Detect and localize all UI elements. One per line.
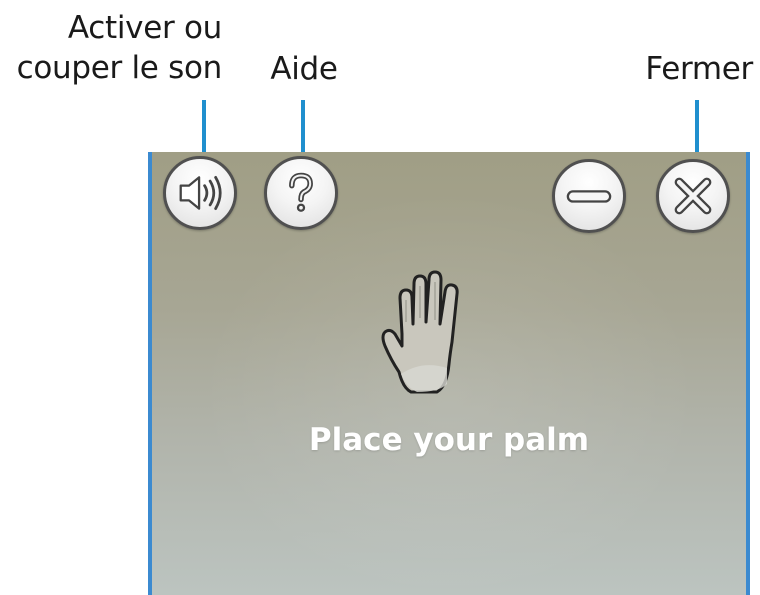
annotated-screenshot: Activer ou couper le son Aide Fermer Pla…	[0, 0, 760, 595]
instruction-text: Place your palm	[308, 422, 590, 458]
callout-close-label: Fermer	[645, 51, 753, 87]
help-button[interactable]	[264, 156, 338, 230]
question-icon	[289, 172, 313, 212]
callout-sound-line2: couper le son	[16, 50, 223, 86]
close-button[interactable]	[656, 159, 730, 233]
sound-button[interactable]	[163, 156, 237, 230]
callout-help-label: Aide	[270, 51, 338, 87]
minimize-button[interactable]	[552, 159, 626, 233]
speaker-icon	[179, 176, 222, 210]
hand-palm-icon	[381, 270, 459, 394]
callout-sound-line1: Activer ou	[67, 10, 222, 46]
minus-icon	[566, 190, 612, 203]
palm-scan-window: Place your palm	[148, 152, 750, 595]
close-x-icon	[674, 177, 712, 215]
callout-sound-label: Activer ou couper le son	[0, 8, 223, 88]
